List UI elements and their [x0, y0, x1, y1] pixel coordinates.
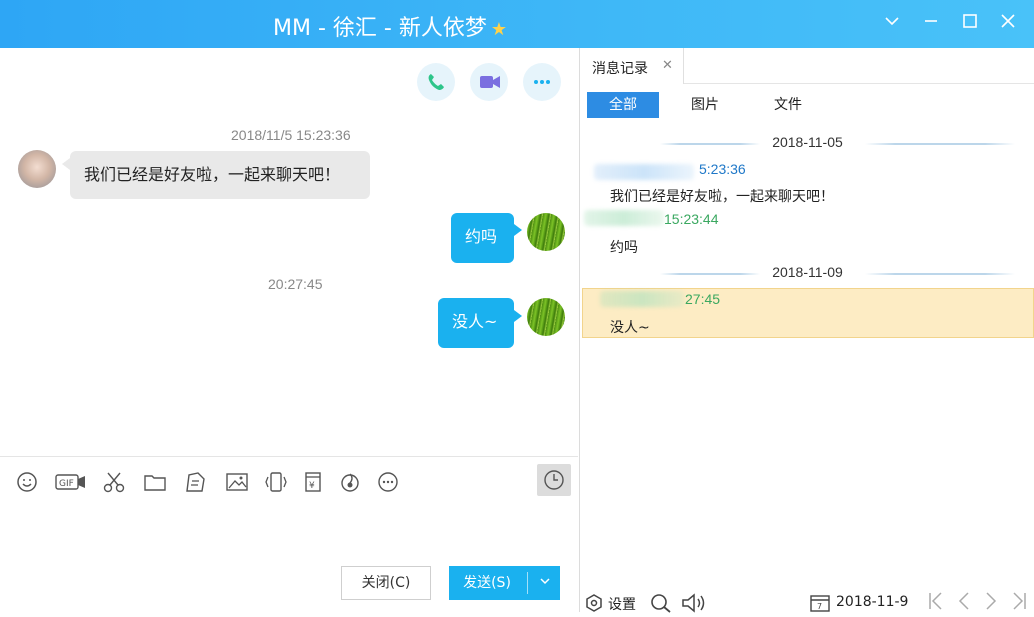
filter-all[interactable]: 全部 [587, 92, 659, 118]
scissors-icon[interactable] [102, 471, 126, 495]
history-message[interactable]: 约吗 [610, 237, 638, 257]
redpacket-icon[interactable]: ¥ [302, 471, 326, 495]
input-toolbar: GIF ¥ [0, 456, 578, 502]
tab-message-history[interactable]: 消息记录 ✕ [580, 48, 684, 84]
send-button-label[interactable]: 发送(S) [449, 566, 525, 600]
history-panel: 消息记录 ✕ 全部 图片 文件 2018-11-05 5:23:36 我们已经是… [579, 48, 1034, 614]
video-icon[interactable] [470, 63, 508, 101]
minimize-icon[interactable] [917, 10, 945, 38]
close-tab-icon[interactable]: ✕ [662, 58, 673, 73]
avatar[interactable] [527, 213, 565, 251]
close-icon[interactable] [994, 10, 1022, 38]
chevron-down-icon[interactable] [878, 10, 906, 38]
emoji-icon[interactable] [16, 471, 40, 495]
last-page-icon[interactable] [1010, 591, 1028, 616]
chevron-down-icon[interactable] [533, 566, 557, 600]
send-button-separator [527, 572, 528, 594]
date-separator: 2018-11-05 [580, 134, 1034, 154]
settings-label[interactable]: 设置 [608, 594, 636, 614]
message-bubble[interactable]: 没人~ [438, 298, 514, 348]
search-icon[interactable] [650, 593, 672, 617]
chat-panel: 2018/11/5 15:23:36 我们已经是好友啦，一起来聊天吧！ 约吗 2… [0, 48, 578, 612]
message-bubble[interactable]: 约吗 [451, 213, 514, 263]
image-icon[interactable] [225, 471, 249, 495]
star-badge-icon: ★ [490, 19, 507, 40]
first-page-icon[interactable] [927, 591, 945, 616]
history-clock-icon[interactable] [537, 464, 571, 496]
window-title: MM - 徐汇 - 新人依梦 ★ [0, 10, 780, 42]
speaker-icon[interactable] [681, 593, 709, 617]
doc-icon[interactable] [184, 471, 208, 495]
filter-images[interactable]: 图片 [669, 92, 741, 118]
message-timestamp: 2018/11/5 15:23:36 [231, 127, 351, 143]
maximize-icon[interactable] [956, 10, 984, 38]
close-button[interactable]: 关闭(C) [341, 566, 431, 600]
shake-icon[interactable] [264, 471, 288, 495]
history-footer: 设置 7 2018-11-9 [580, 588, 1034, 614]
history-time: 5:23:36 [699, 161, 746, 177]
avatar[interactable] [527, 298, 565, 336]
svg-text:7: 7 [817, 602, 822, 611]
date-picker-value[interactable]: 2018-11-9 [836, 594, 908, 610]
history-time: 15:23:44 [664, 211, 719, 227]
blurred-sender [600, 291, 684, 307]
svg-text:¥: ¥ [309, 481, 315, 491]
history-message[interactable]: 我们已经是好友啦，一起来聊天吧！ [610, 186, 834, 206]
filter-files[interactable]: 文件 [752, 92, 824, 118]
title-bar: MM - 徐汇 - 新人依梦 ★ [0, 0, 1034, 48]
more-icon[interactable] [377, 471, 401, 495]
gif-icon[interactable]: GIF [55, 471, 87, 495]
bubble-tail [514, 310, 522, 322]
calendar-icon[interactable]: 7 [810, 594, 830, 616]
prev-page-icon[interactable] [956, 591, 972, 616]
avatar[interactable] [18, 150, 56, 188]
date-label: 2018-11-05 [772, 134, 843, 150]
phone-icon[interactable] [417, 63, 455, 101]
message-bubble[interactable]: 我们已经是好友啦，一起来聊天吧！ [70, 151, 370, 199]
tab-label: 消息记录 [592, 61, 648, 77]
next-page-icon[interactable] [983, 591, 999, 616]
blurred-sender [594, 164, 694, 180]
history-message[interactable]: 没人~ [610, 317, 650, 337]
send-button[interactable]: 发送(S) [449, 566, 560, 600]
history-time: 27:45 [685, 291, 721, 307]
svg-text:GIF: GIF [59, 479, 74, 489]
settings-icon[interactable] [585, 594, 603, 616]
blurred-sender [584, 210, 664, 226]
message-timestamp: 20:27:45 [268, 276, 323, 292]
folder-icon[interactable] [143, 471, 167, 495]
date-separator: 2018-11-09 [580, 264, 1034, 284]
bubble-tail [514, 224, 522, 236]
bubble-tail [62, 158, 70, 170]
window-title-text: MM - 徐汇 - 新人依梦 [273, 16, 487, 41]
date-label: 2018-11-09 [772, 264, 843, 280]
music-icon[interactable] [339, 471, 363, 495]
tab-divider [684, 83, 1034, 84]
more-icon[interactable] [523, 63, 561, 101]
